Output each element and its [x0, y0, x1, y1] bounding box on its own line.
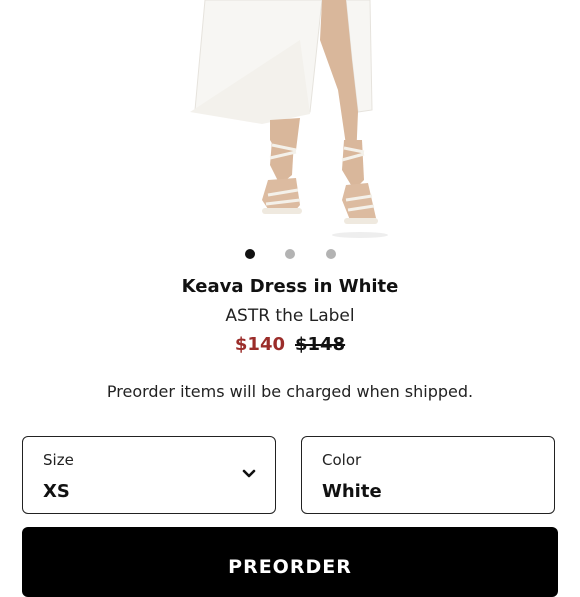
- color-select-value: White: [322, 481, 382, 502]
- product-photo-illustration: [190, 0, 388, 238]
- carousel-dot-1[interactable]: [245, 249, 255, 259]
- product-brand[interactable]: ASTR the Label: [0, 306, 580, 326]
- carousel-dot-2[interactable]: [285, 249, 295, 259]
- size-select-value: XS: [43, 481, 70, 502]
- preorder-notice: Preorder items will be charged when ship…: [106, 382, 474, 401]
- carousel-dots: [0, 249, 580, 261]
- product-photo[interactable]: [0, 0, 580, 240]
- size-select[interactable]: Size XS: [22, 436, 276, 514]
- original-price: $148: [295, 334, 346, 355]
- sale-price: $140: [234, 334, 285, 355]
- preorder-button[interactable]: PREORDER: [22, 527, 558, 597]
- size-select-label: Size: [43, 451, 74, 469]
- color-select-label: Color: [322, 451, 362, 469]
- product-title: Keava Dress in White: [181, 276, 399, 297]
- price-row: $140 $148: [0, 334, 580, 355]
- chevron-down-icon: [242, 469, 256, 478]
- color-select[interactable]: Color White: [301, 436, 555, 514]
- carousel-dot-3[interactable]: [326, 249, 336, 259]
